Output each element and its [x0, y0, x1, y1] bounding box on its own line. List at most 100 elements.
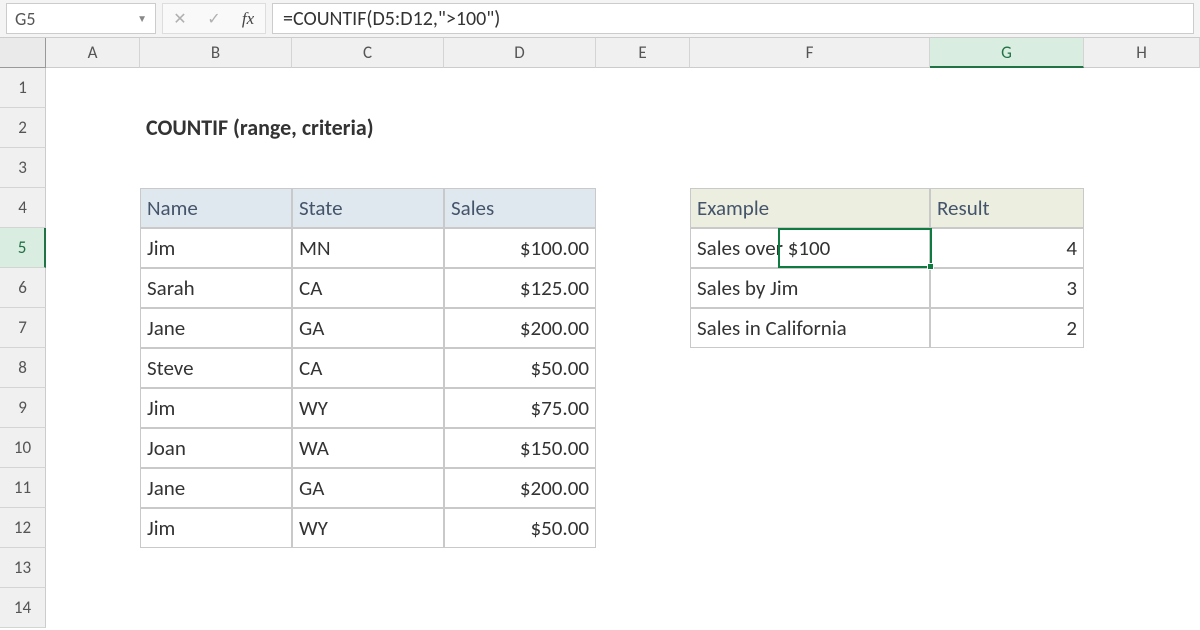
cell[interactable]: [930, 428, 1084, 468]
column-header-F[interactable]: F: [690, 38, 930, 68]
cell[interactable]: [46, 68, 140, 108]
cell[interactable]: [46, 228, 140, 268]
cell[interactable]: [1084, 228, 1200, 268]
cell[interactable]: [1084, 468, 1200, 508]
row-header-7[interactable]: 7: [0, 308, 46, 348]
table1-cell[interactable]: CA: [292, 348, 444, 388]
cell[interactable]: [596, 428, 690, 468]
cell[interactable]: [140, 148, 292, 188]
cell[interactable]: [1084, 68, 1200, 108]
column-header-A[interactable]: A: [46, 38, 140, 68]
cell[interactable]: [690, 508, 930, 548]
cell-area[interactable]: COUNTIF (range, criteria): [46, 68, 1200, 628]
table1-cell[interactable]: Jane: [140, 468, 292, 508]
cell[interactable]: [690, 428, 930, 468]
cell[interactable]: [596, 228, 690, 268]
column-header-G[interactable]: G: [930, 38, 1084, 68]
cell[interactable]: [930, 388, 1084, 428]
name-box[interactable]: G5 ▼: [6, 3, 156, 34]
table2-cell-result[interactable]: 2: [930, 308, 1084, 348]
table1-header-sales[interactable]: Sales: [444, 188, 596, 228]
cell[interactable]: [690, 348, 930, 388]
cell[interactable]: [1084, 388, 1200, 428]
column-header-E[interactable]: E: [596, 38, 690, 68]
table2-header-example[interactable]: Example: [690, 188, 930, 228]
table1-cell[interactable]: WA: [292, 428, 444, 468]
cell[interactable]: [930, 588, 1084, 628]
row-header-5[interactable]: 5: [0, 228, 46, 268]
cell[interactable]: [930, 468, 1084, 508]
cell[interactable]: [930, 148, 1084, 188]
page-title[interactable]: COUNTIF (range, criteria): [140, 108, 596, 148]
table1-cell[interactable]: CA: [292, 268, 444, 308]
table2-cell-result[interactable]: 4: [930, 228, 1084, 268]
cell[interactable]: [690, 148, 930, 188]
cell[interactable]: [140, 548, 292, 588]
table2-cell[interactable]: Sales in California: [690, 308, 930, 348]
table1-cell[interactable]: WY: [292, 388, 444, 428]
cell[interactable]: [46, 348, 140, 388]
cell[interactable]: [930, 108, 1084, 148]
cell[interactable]: [596, 548, 690, 588]
table1-cell[interactable]: Jim: [140, 508, 292, 548]
row-header-1[interactable]: 1: [0, 68, 46, 108]
row-header-9[interactable]: 9: [0, 388, 46, 428]
row-header-14[interactable]: 14: [0, 588, 46, 628]
cell[interactable]: [690, 68, 930, 108]
column-header-H[interactable]: H: [1084, 38, 1200, 68]
cell[interactable]: [596, 588, 690, 628]
cell[interactable]: [690, 548, 930, 588]
cell[interactable]: [1084, 588, 1200, 628]
cell[interactable]: [930, 68, 1084, 108]
table1-header-name[interactable]: Name: [140, 188, 292, 228]
cell[interactable]: [46, 548, 140, 588]
table1-cell[interactable]: $50.00: [444, 348, 596, 388]
row-header-8[interactable]: 8: [0, 348, 46, 388]
cell[interactable]: [1084, 348, 1200, 388]
cell[interactable]: [46, 188, 140, 228]
cell[interactable]: [596, 268, 690, 308]
spreadsheet-grid[interactable]: ABCDEFGH 1234567891011121314: [0, 38, 1200, 628]
cell[interactable]: [46, 468, 140, 508]
table1-cell[interactable]: $100.00: [444, 228, 596, 268]
row-header-13[interactable]: 13: [0, 548, 46, 588]
cell[interactable]: [46, 308, 140, 348]
fx-icon[interactable]: fx: [237, 9, 259, 29]
cell[interactable]: [690, 388, 930, 428]
row-header-4[interactable]: 4: [0, 188, 46, 228]
table1-cell[interactable]: Jane: [140, 308, 292, 348]
cell[interactable]: [444, 68, 596, 108]
row-header-10[interactable]: 10: [0, 428, 46, 468]
cell[interactable]: [596, 388, 690, 428]
cell[interactable]: [596, 108, 690, 148]
table1-cell[interactable]: Jim: [140, 388, 292, 428]
table2-cell[interactable]: Sales by Jim: [690, 268, 930, 308]
cell[interactable]: [1084, 548, 1200, 588]
cell[interactable]: [292, 148, 444, 188]
cell[interactable]: [1084, 308, 1200, 348]
formula-input[interactable]: =COUNTIF(D5:D12,">100"): [272, 3, 1194, 34]
table1-cell[interactable]: Joan: [140, 428, 292, 468]
cell[interactable]: [690, 588, 930, 628]
cell[interactable]: [444, 148, 596, 188]
cell[interactable]: [46, 428, 140, 468]
table1-cell[interactable]: GA: [292, 308, 444, 348]
column-header-C[interactable]: C: [292, 38, 444, 68]
cell[interactable]: [292, 68, 444, 108]
table1-cell[interactable]: MN: [292, 228, 444, 268]
cell[interactable]: [596, 508, 690, 548]
table1-cell[interactable]: WY: [292, 508, 444, 548]
cell[interactable]: [1084, 188, 1200, 228]
table1-cell[interactable]: Sarah: [140, 268, 292, 308]
dropdown-icon[interactable]: ▼: [137, 12, 147, 25]
table1-cell[interactable]: GA: [292, 468, 444, 508]
cell[interactable]: [46, 108, 140, 148]
cell[interactable]: [444, 588, 596, 628]
cell[interactable]: [292, 588, 444, 628]
cell[interactable]: [1084, 148, 1200, 188]
column-header-B[interactable]: B: [140, 38, 292, 68]
row-header-2[interactable]: 2: [0, 108, 46, 148]
column-header-D[interactable]: D: [444, 38, 596, 68]
cell[interactable]: [46, 268, 140, 308]
table2-cell-result[interactable]: 3: [930, 268, 1084, 308]
